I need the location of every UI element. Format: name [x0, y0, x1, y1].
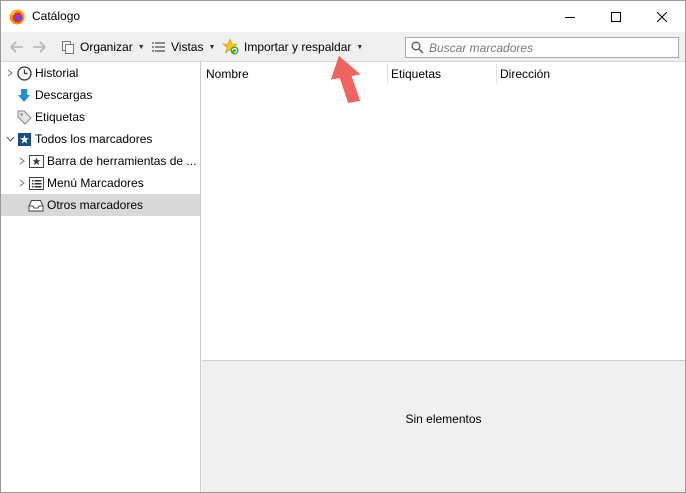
- empty-message: Sin elementos: [405, 412, 482, 426]
- bookmarks-star-icon: [16, 131, 32, 147]
- clock-icon: [16, 65, 32, 81]
- search-input[interactable]: [429, 40, 669, 55]
- sidebar-item-label: Barra de herramientas de ...: [47, 154, 197, 168]
- back-button[interactable]: [8, 38, 26, 56]
- sidebar-item-label: Menú Marcadores: [47, 176, 144, 190]
- import-backup-label: Importar y respaldar: [244, 40, 352, 54]
- window-title: Catálogo: [32, 9, 81, 23]
- firefox-icon: [9, 9, 25, 25]
- organize-menu-button[interactable]: Organizar ▼: [60, 37, 145, 57]
- tray-icon: [28, 197, 44, 213]
- minimize-button[interactable]: [547, 1, 593, 32]
- views-menu-button[interactable]: Vistas ▼: [151, 37, 215, 57]
- column-header-address[interactable]: Dirección: [496, 62, 685, 86]
- sidebar-item-label: Todos los marcadores: [35, 132, 153, 146]
- sidebar-item-label: Descargas: [35, 88, 93, 102]
- close-button[interactable]: [639, 1, 685, 32]
- bookmarks-list[interactable]: Nombre Etiquetas Dirección: [202, 62, 685, 360]
- sidebar-item-bookmarks-menu[interactable]: Menú Marcadores: [1, 172, 200, 194]
- sidebar-item-all-bookmarks[interactable]: Todos los marcadores: [1, 128, 200, 150]
- views-label: Vistas: [171, 40, 204, 54]
- close-icon: [657, 11, 667, 22]
- toolbar-bookmark-icon: [28, 153, 44, 169]
- sidebar-tree: Historial Descargas Etiquetas Todos los …: [1, 62, 201, 492]
- views-list-icon: [152, 42, 165, 52]
- download-arrow-icon: [16, 87, 32, 103]
- sidebar-item-label: Etiquetas: [35, 110, 86, 124]
- chevron-right-icon[interactable]: [16, 155, 28, 167]
- back-arrow-icon: [10, 41, 23, 53]
- chevron-down-icon: ▼: [356, 43, 364, 51]
- maximize-button[interactable]: [593, 1, 639, 32]
- sidebar-item-downloads[interactable]: Descargas: [1, 84, 200, 106]
- sidebar-item-tags[interactable]: Etiquetas: [1, 106, 200, 128]
- import-star-icon: [222, 38, 239, 55]
- organize-icon: [62, 41, 74, 54]
- sidebar-item-label: Otros marcadores: [47, 198, 144, 212]
- title-bar: Catálogo: [1, 1, 685, 32]
- organize-label: Organizar: [80, 40, 133, 54]
- maximize-icon: [611, 11, 621, 22]
- chevron-down-icon: ▼: [137, 43, 145, 51]
- details-pane: Sin elementos: [202, 360, 685, 492]
- sidebar-item-history[interactable]: Historial: [1, 62, 200, 84]
- chevron-right-icon[interactable]: [16, 177, 28, 189]
- sidebar-item-label: Historial: [35, 66, 79, 80]
- sidebar-item-other-bookmarks[interactable]: Otros marcadores: [1, 194, 200, 216]
- forward-button[interactable]: [30, 38, 48, 56]
- annotation-arrow-icon: [330, 55, 361, 103]
- catalog-window: Catálogo Organizar ▼ Vistas ▼ Importar y…: [0, 0, 686, 493]
- search-box[interactable]: [405, 37, 679, 58]
- search-icon: [411, 41, 424, 54]
- import-backup-menu-button[interactable]: Importar y respaldar ▼: [222, 37, 363, 57]
- minimize-icon: [565, 16, 575, 18]
- tag-icon: [16, 109, 32, 125]
- forward-arrow-icon: [33, 41, 46, 53]
- menu-list-icon: [28, 175, 44, 191]
- column-header-tags[interactable]: Etiquetas: [387, 62, 496, 86]
- chevron-down-icon: ▼: [208, 43, 216, 51]
- chevron-down-icon[interactable]: [4, 133, 16, 145]
- chevron-right-icon[interactable]: [4, 67, 16, 79]
- sidebar-item-bookmarks-toolbar[interactable]: Barra de herramientas de ...: [1, 150, 200, 172]
